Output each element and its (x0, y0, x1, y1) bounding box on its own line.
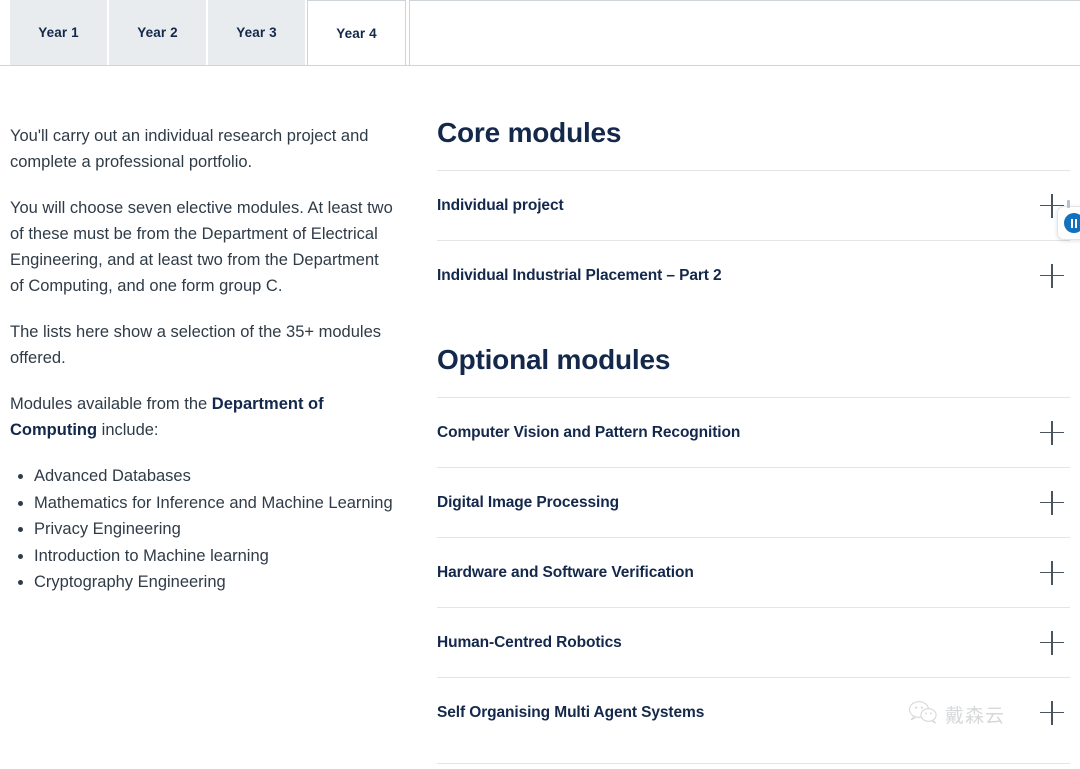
list-item: Introduction to Machine learning (10, 543, 396, 570)
core-modules-accordion: Individual project Individual Industrial… (437, 170, 1070, 310)
accordion-item-human-centred-robotics[interactable]: Human-Centred Robotics (437, 607, 1070, 677)
accordion-item-hardware-and-software-verification[interactable]: Hardware and Software Verification (437, 537, 1070, 607)
modules-intro-suffix: include: (97, 421, 159, 439)
list-item: Cryptography Engineering (10, 569, 396, 596)
accordion-label: Digital Image Processing (437, 493, 619, 511)
accordion-label: Individual project (437, 196, 564, 214)
tab-year-4[interactable]: Year 4 (307, 0, 406, 65)
optional-modules-accordion: Computer Vision and Pattern Recognition … (437, 397, 1070, 747)
tabstrip-underline (0, 65, 409, 66)
list-item: Privacy Engineering (10, 516, 396, 543)
accordion-item-digital-image-processing[interactable]: Digital Image Processing (437, 467, 1070, 537)
pause-bar-right (1075, 218, 1078, 228)
tab-year-2[interactable]: Year 2 (109, 0, 208, 65)
widget-handle (1067, 200, 1070, 208)
modules-intro: Modules available from the Department of… (10, 391, 396, 443)
pause-bar-left (1070, 218, 1073, 228)
accordion-label: Human-Centred Robotics (437, 633, 622, 651)
modules-column: Core modules Individual project Individu… (437, 117, 1070, 747)
year-tabs: Year 1 Year 2 Year 3 Year 4 (0, 0, 1080, 67)
list-item: Advanced Databases (10, 463, 396, 490)
description-paragraph-1: You'll carry out an individual research … (10, 127, 369, 171)
plus-icon[interactable] (1040, 263, 1064, 288)
page-root: Year 1 Year 2 Year 3 Year 4 You'll carry… (0, 0, 1080, 769)
accordion-label: Individual Industrial Placement – Part 2 (437, 266, 722, 284)
pause-icon[interactable] (1064, 213, 1080, 233)
accordion-item-self-organising-multi-agent-systems[interactable]: Self Organising Multi Agent Systems (437, 677, 1070, 747)
tab-list: Year 1 Year 2 Year 3 Year 4 (10, 0, 406, 65)
tab-panel-header (409, 0, 1080, 66)
tab-panel-content: You'll carry out an individual research … (0, 67, 1080, 769)
tab-label: Year 3 (236, 25, 277, 40)
tab-year-1[interactable]: Year 1 (10, 0, 109, 65)
accordion-item-individual-project[interactable]: Individual project (437, 170, 1070, 240)
tab-year-3[interactable]: Year 3 (208, 0, 307, 65)
core-modules-heading: Core modules (437, 117, 622, 148)
description-paragraph-2: You will choose seven elective modules. … (10, 199, 393, 295)
accordion-item-computer-vision-and-pattern-recognition[interactable]: Computer Vision and Pattern Recognition (437, 397, 1070, 467)
list-item: Mathematics for Inference and Machine Le… (10, 490, 396, 517)
media-pause-widget[interactable] (1057, 200, 1080, 240)
accordion-bottom-divider (437, 763, 1070, 764)
accordion-item-individual-industrial-placement-part-2[interactable]: Individual Industrial Placement – Part 2 (437, 240, 1070, 310)
tab-label: Year 4 (336, 25, 377, 41)
plus-icon[interactable] (1040, 560, 1064, 585)
plus-icon[interactable] (1040, 700, 1064, 725)
course-description-column: You'll carry out an individual research … (10, 123, 396, 596)
tab-label: Year 1 (38, 25, 79, 40)
tab-label: Year 2 (137, 25, 178, 40)
optional-modules-heading: Optional modules (437, 344, 671, 375)
plus-icon[interactable] (1040, 630, 1064, 655)
plus-icon[interactable] (1040, 490, 1064, 515)
plus-icon[interactable] (1040, 420, 1064, 445)
accordion-label: Computer Vision and Pattern Recognition (437, 423, 741, 441)
computing-modules-list: Advanced Databases Mathematics for Infer… (10, 463, 396, 596)
description-paragraph-3: The lists here show a selection of the 3… (10, 323, 382, 367)
modules-intro-prefix: Modules available from the (10, 395, 212, 413)
accordion-label: Self Organising Multi Agent Systems (437, 703, 705, 721)
accordion-label: Hardware and Software Verification (437, 563, 694, 581)
